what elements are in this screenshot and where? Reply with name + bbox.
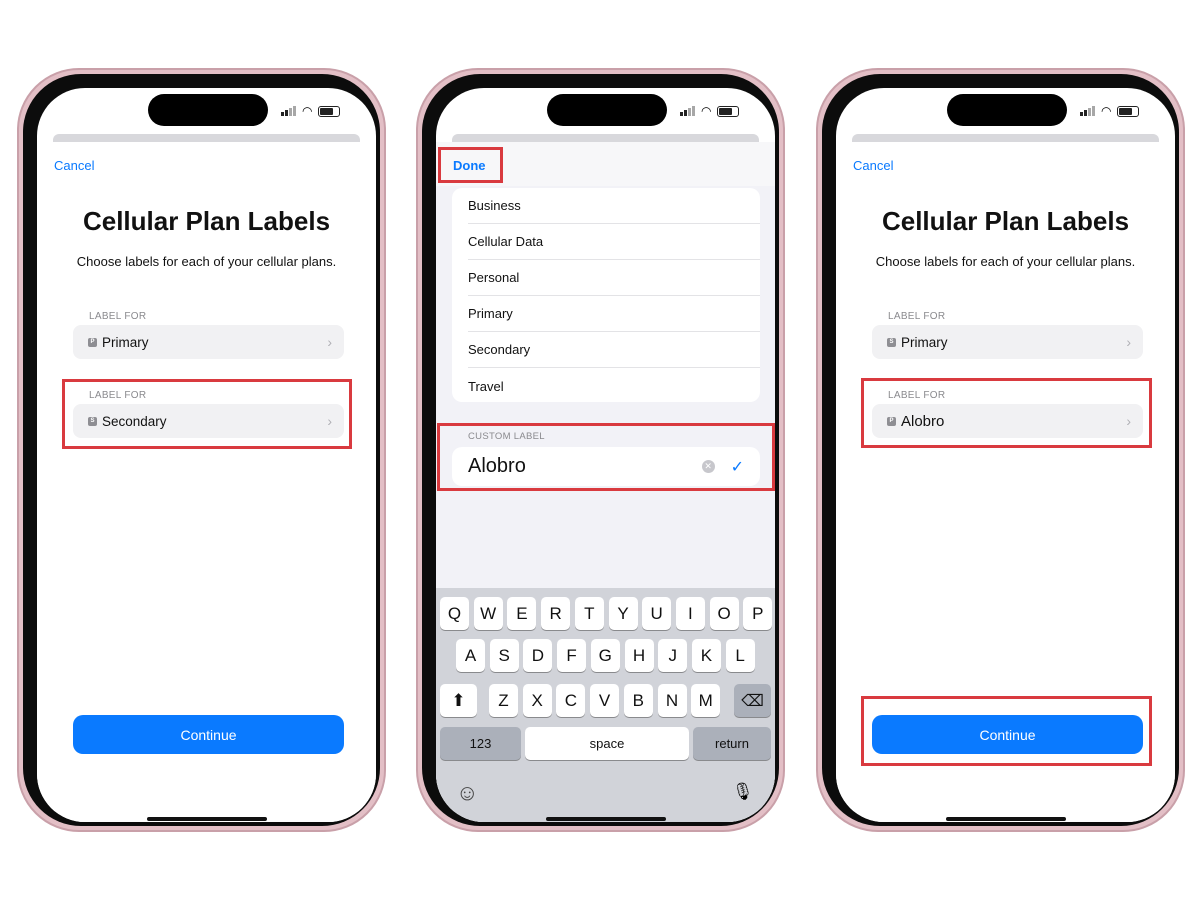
labels-sheet: Cancel Cellular Plan Labels Choose label… — [836, 142, 1175, 822]
keyboard: Q W E R T Y U I O P A S D F G H J K L ⬆ Z X C V B N M ⌫ 123 space retu… — [436, 588, 775, 822]
emoji-icon[interactable]: ☺ — [456, 780, 478, 806]
key-m[interactable]: M — [691, 684, 721, 717]
continue-button[interactable]: Continue — [73, 715, 344, 754]
phone-2: ◠ Done Business Cellular Data Personal P… — [416, 68, 785, 832]
key-q[interactable]: Q — [440, 597, 469, 630]
key-e[interactable]: E — [507, 597, 537, 630]
home-indicator — [546, 817, 666, 821]
key-t[interactable]: T — [574, 597, 604, 630]
key-f[interactable]: F — [557, 639, 587, 672]
key-x[interactable]: X — [522, 684, 552, 717]
sim-icon: S — [887, 337, 896, 347]
status-bar: ◠ — [1080, 104, 1160, 118]
plan-row-primary[interactable]: S Primary › — [872, 325, 1143, 359]
key-b[interactable]: B — [623, 684, 653, 717]
chevron-right-icon: › — [327, 334, 332, 350]
dynamic-island — [947, 94, 1067, 126]
key-r[interactable]: R — [541, 597, 571, 630]
space-key[interactable]: space — [525, 727, 689, 760]
numbers-key[interactable]: 123 — [440, 727, 521, 760]
key-z[interactable]: Z — [489, 684, 518, 717]
plan-label: Primary — [102, 334, 149, 350]
home-indicator — [946, 817, 1066, 821]
chevron-right-icon: › — [1126, 334, 1131, 350]
plan-row-primary[interactable]: P Primary › — [73, 325, 344, 359]
microphone-icon[interactable]: 🎙 — [732, 782, 754, 802]
wifi-icon: ◠ — [701, 104, 712, 118]
signal-icon — [281, 106, 296, 116]
home-indicator — [147, 817, 267, 821]
highlight-box — [438, 147, 503, 183]
highlight-box — [861, 696, 1152, 766]
key-y[interactable]: Y — [608, 597, 638, 630]
key-a[interactable]: A — [456, 639, 485, 672]
highlight-box — [437, 423, 775, 491]
dynamic-island — [148, 94, 268, 126]
option-cellular-data[interactable]: Cellular Data — [468, 224, 760, 260]
page-title: Cellular Plan Labels — [82, 206, 331, 236]
delete-icon[interactable]: ⌫ — [734, 684, 771, 717]
phone-1: ◠ Cancel Cellular Plan Labels Choose lab… — [17, 68, 386, 832]
label-picker-sheet: Done Business Cellular Data Personal Pri… — [436, 142, 775, 822]
cancel-button[interactable]: Cancel — [853, 158, 893, 173]
highlight-box — [861, 378, 1152, 448]
signal-icon — [1080, 106, 1095, 116]
label-options-list: Business Cellular Data Personal Primary … — [452, 188, 760, 402]
section-header: LABEL FOR — [888, 311, 946, 322]
key-k[interactable]: K — [691, 639, 721, 672]
key-j[interactable]: J — [658, 639, 688, 672]
key-d[interactable]: D — [523, 639, 553, 672]
key-g[interactable]: G — [590, 639, 620, 672]
option-personal[interactable]: Personal — [468, 260, 760, 296]
wifi-icon: ◠ — [302, 104, 313, 118]
shift-icon[interactable]: ⬆ — [440, 684, 477, 717]
status-bar: ◠ — [680, 104, 760, 118]
status-bar: ◠ — [281, 104, 361, 118]
cancel-button[interactable]: Cancel — [54, 158, 94, 173]
highlight-box — [62, 379, 352, 449]
battery-icon — [1117, 105, 1140, 117]
signal-icon — [680, 106, 695, 116]
key-l[interactable]: L — [725, 639, 755, 672]
key-h[interactable]: H — [624, 639, 654, 672]
page-subtitle: Choose labels for each of your cellular … — [76, 254, 337, 269]
page-subtitle: Choose labels for each of your cellular … — [875, 254, 1136, 269]
battery-icon — [717, 105, 740, 117]
battery-icon — [318, 105, 341, 117]
key-i[interactable]: I — [675, 597, 705, 630]
dynamic-island — [547, 94, 667, 126]
wifi-icon: ◠ — [1101, 104, 1112, 118]
option-secondary[interactable]: Secondary — [468, 332, 760, 368]
key-v[interactable]: V — [590, 684, 620, 717]
key-p[interactable]: P — [743, 597, 773, 630]
key-u[interactable]: U — [642, 597, 672, 630]
key-w[interactable]: W — [473, 597, 503, 630]
option-primary[interactable]: Primary — [468, 296, 760, 332]
sim-icon: P — [88, 337, 97, 347]
key-s[interactable]: S — [489, 639, 519, 672]
key-n[interactable]: N — [657, 684, 687, 717]
return-key[interactable]: return — [693, 727, 771, 760]
labels-sheet: Cancel Cellular Plan Labels Choose label… — [37, 142, 376, 822]
key-c[interactable]: C — [556, 684, 586, 717]
plan-label: Primary — [901, 334, 948, 350]
option-business[interactable]: Business — [468, 188, 760, 224]
section-header: LABEL FOR — [89, 311, 147, 322]
phone-3: ◠ Cancel Cellular Plan Labels Choose lab… — [816, 68, 1185, 832]
page-title: Cellular Plan Labels — [881, 206, 1130, 236]
key-o[interactable]: O — [709, 597, 739, 630]
option-travel[interactable]: Travel — [468, 368, 760, 404]
